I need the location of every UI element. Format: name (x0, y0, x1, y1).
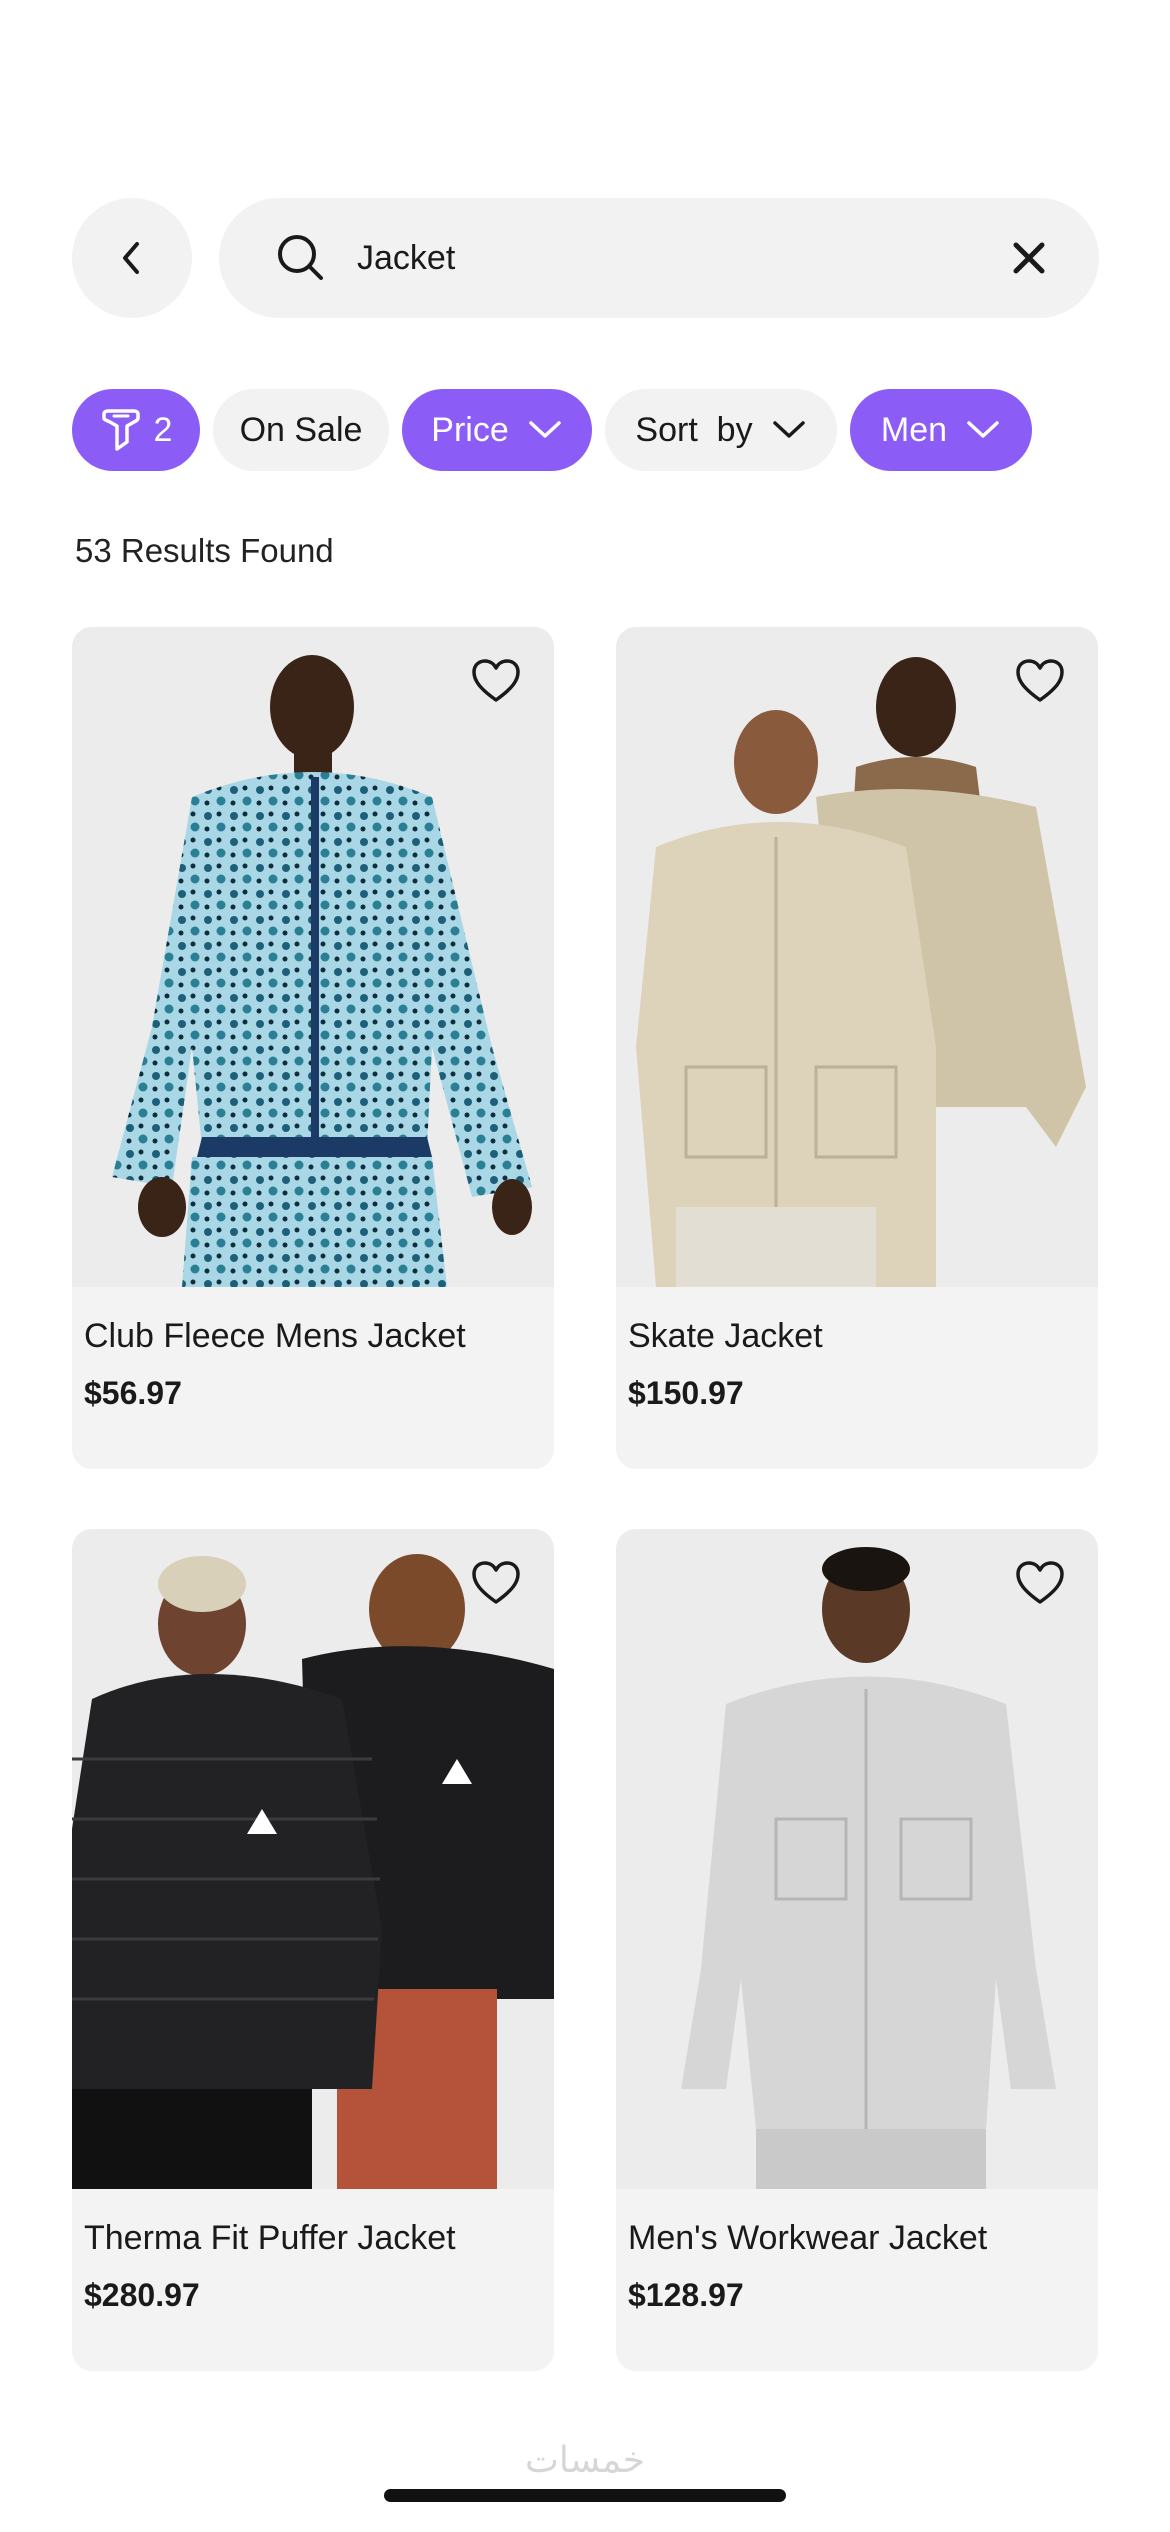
chip-label: On Sale (239, 410, 363, 449)
search-input[interactable] (357, 238, 1007, 278)
screen: 2 On Sale Price Sort by Men 53 Results F… (0, 0, 1170, 2532)
home-indicator[interactable] (384, 2489, 786, 2502)
watermark-logo: خمسات (524, 2440, 646, 2481)
heart-icon[interactable] (468, 653, 524, 709)
product-card[interactable]: Men's Workwear Jacket $128.97 (616, 1529, 1098, 2371)
heart-icon[interactable] (1012, 653, 1068, 709)
product-image (72, 627, 554, 1287)
filter-chips: 2 On Sale Price Sort by Men (72, 389, 1032, 471)
chip-price[interactable]: Price (402, 389, 592, 471)
filter-count: 2 (153, 410, 173, 449)
close-icon[interactable] (1007, 236, 1051, 280)
product-price: $150.97 (628, 1375, 744, 1411)
heart-icon[interactable] (1012, 1555, 1068, 1611)
chip-label: Men (880, 410, 948, 449)
results-count: 53 Results Found (75, 532, 334, 569)
product-price: $280.97 (84, 2277, 200, 2313)
chevron-left-icon (123, 242, 139, 274)
product-image (616, 1529, 1098, 2189)
chip-label: Sort by (635, 410, 753, 449)
product-card[interactable]: Therma Fit Puffer Jacket $280.97 (72, 1529, 554, 2371)
filter-icon (101, 409, 140, 451)
product-price: $56.97 (84, 1375, 182, 1411)
chevron-down-icon (527, 418, 563, 442)
product-name: Skate Jacket (628, 1317, 823, 1355)
product-name: Men's Workwear Jacket (628, 2219, 988, 2257)
chevron-down-icon (771, 418, 807, 442)
chip-sort-by[interactable]: Sort by (605, 389, 837, 471)
chevron-down-icon (965, 418, 1001, 442)
product-name: Club Fleece Mens Jacket (84, 1317, 466, 1355)
filter-button[interactable]: 2 (72, 389, 200, 471)
chip-label: Price (431, 410, 509, 449)
product-image (72, 1529, 554, 2189)
product-card[interactable]: Club Fleece Mens Jacket $56.97 (72, 627, 554, 1469)
back-button[interactable] (72, 198, 192, 318)
product-card[interactable]: Skate Jacket $150.97 (616, 627, 1098, 1469)
search-icon (275, 232, 327, 284)
product-name: Therma Fit Puffer Jacket (84, 2219, 456, 2257)
chip-on-sale[interactable]: On Sale (213, 389, 389, 471)
search-bar[interactable] (219, 198, 1099, 318)
product-price: $128.97 (628, 2277, 744, 2313)
chip-men[interactable]: Men (850, 389, 1032, 471)
heart-icon[interactable] (468, 1555, 524, 1611)
product-image (616, 627, 1098, 1287)
